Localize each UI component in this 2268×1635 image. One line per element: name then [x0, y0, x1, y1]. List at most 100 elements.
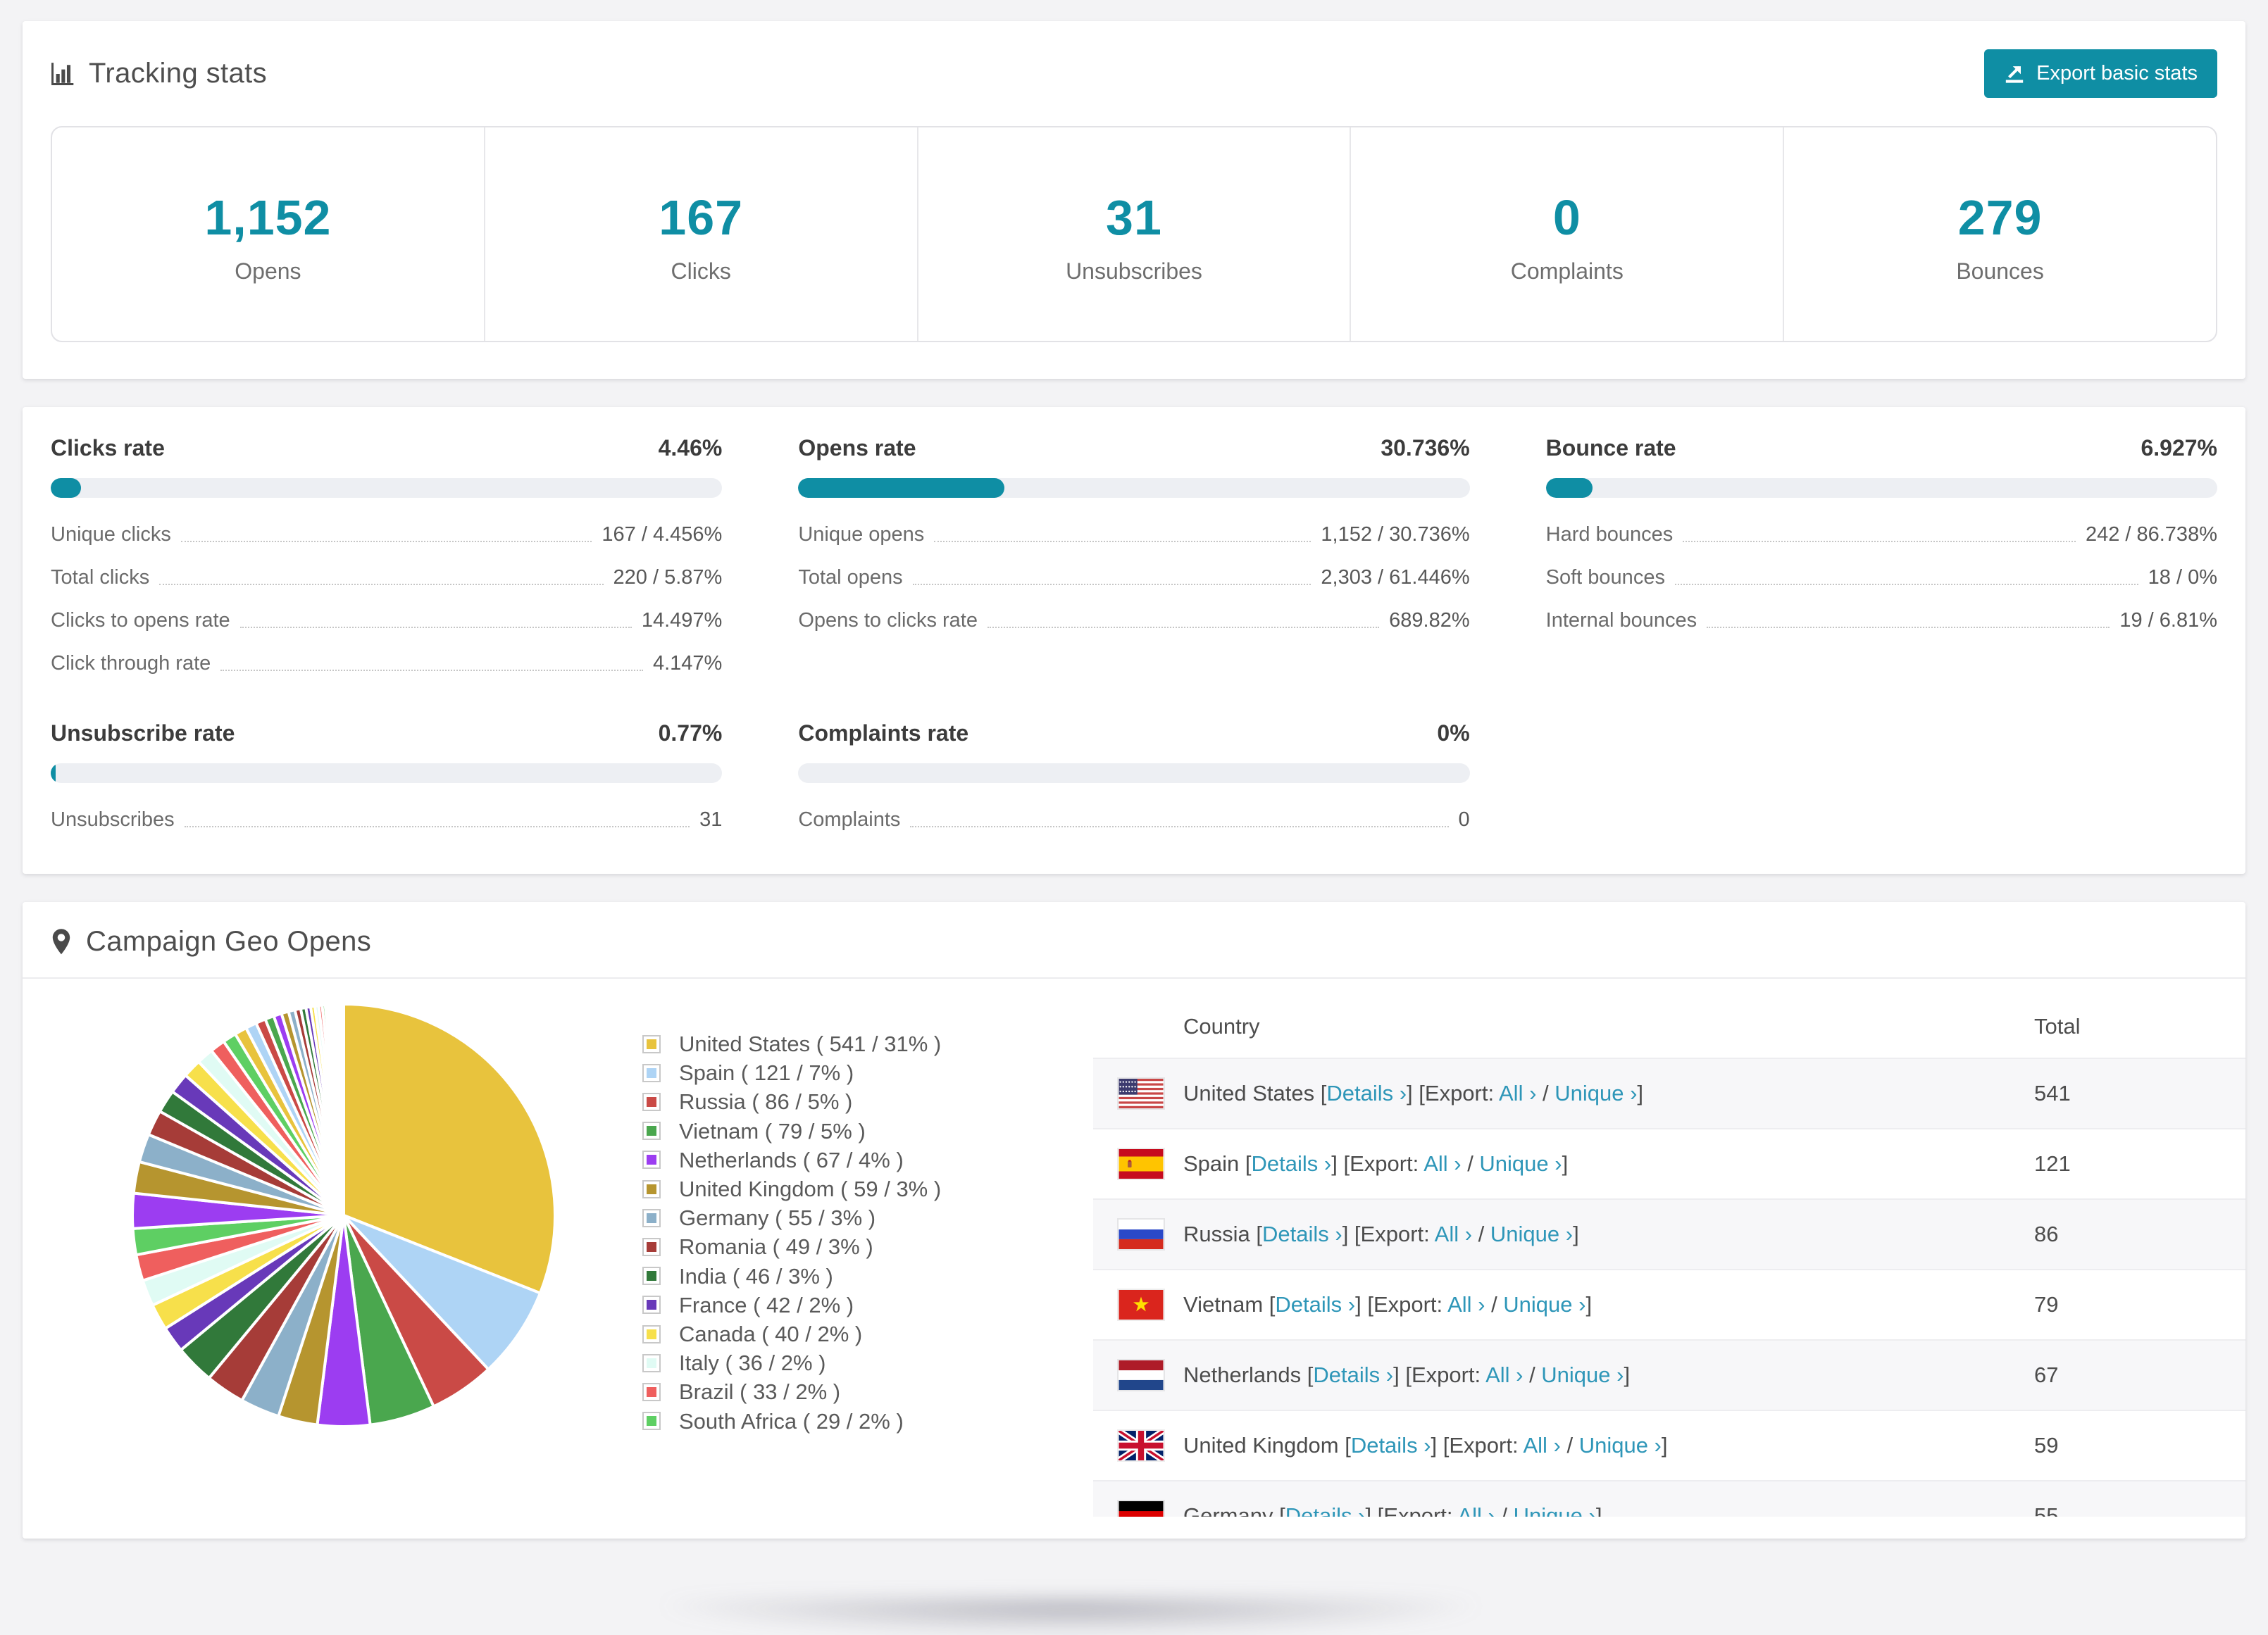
export-all-link[interactable]: All › — [1435, 1222, 1472, 1246]
rate-value: 30.736% — [1381, 435, 1470, 461]
total-cell: 55 — [2034, 1503, 2059, 1517]
legend-item: Russia ( 86 / 5% ) — [642, 1087, 1093, 1116]
stat-box: 279 Bounces — [1784, 127, 2216, 341]
details-link[interactable]: Details › — [1313, 1362, 1393, 1387]
bracket: ] — [1585, 1292, 1593, 1317]
stat-label: Unsubscribes — [1066, 258, 1202, 284]
rate-detail-row: Click through rate 4.147% — [51, 652, 722, 675]
legend-swatch — [642, 1238, 661, 1257]
rate-detail-row: Soft bounces 18 / 0% — [1546, 566, 2217, 589]
pie-legend: United States ( 541 / 31% ) Spain ( 121 /… — [642, 979, 1093, 1517]
detail-value: 0 — [1458, 808, 1470, 831]
detail-label: Click through rate — [51, 652, 211, 675]
geo-header: Campaign Geo Opens — [23, 902, 2245, 979]
stat-box: 1,152 Opens — [52, 127, 485, 341]
tracking-stats-title-text: Tracking stats — [89, 58, 268, 89]
rate-detail-row: Total clicks 220 / 5.87% — [51, 566, 722, 589]
rate-detail-row: Total opens 2,303 / 61.446% — [798, 566, 1469, 589]
legend-item: India ( 46 / 3% ) — [642, 1262, 1093, 1291]
country-flag-icon — [1119, 1290, 1164, 1320]
rate-detail-row: Unique opens 1,152 / 30.736% — [798, 523, 1469, 546]
legend-label: Vietnam ( 79 / 5% ) — [679, 1118, 866, 1144]
slash-separator: / — [1523, 1362, 1542, 1387]
rate-value: 4.46% — [658, 435, 723, 461]
details-link[interactable]: Details › — [1262, 1222, 1342, 1246]
rate-progress-fill — [51, 763, 56, 783]
export-unique-link[interactable]: Unique › — [1490, 1222, 1573, 1246]
details-link[interactable]: Details › — [1252, 1151, 1332, 1176]
total-cell: 121 — [2034, 1151, 2071, 1176]
detail-value: 19 / 6.81% — [2119, 609, 2217, 632]
rate-head: Bounce rate 6.927% — [1546, 435, 2217, 461]
country-cell: Vietnam [Details ›] [Export: All › / Uni… — [1164, 1292, 2034, 1317]
stat-label: Complaints — [1510, 258, 1624, 284]
total-cell: 79 — [2034, 1292, 2059, 1317]
export-unique-link[interactable]: Unique › — [1554, 1081, 1637, 1105]
stat-label: Bounces — [1956, 258, 2044, 284]
dotted-leader — [1707, 627, 2110, 628]
legend-label: Canada ( 40 / 2% ) — [679, 1322, 863, 1347]
rate-detail-rows: Hard bounces 242 / 86.738% Soft bounces … — [1546, 523, 2217, 632]
legend-swatch — [642, 1179, 661, 1198]
detail-value: 14.497% — [641, 609, 723, 632]
export-all-link[interactable]: All › — [1423, 1151, 1461, 1176]
rate-title: Clicks rate — [51, 435, 165, 461]
rate-progress-fill — [798, 478, 1005, 498]
export-unique-link[interactable]: Unique › — [1541, 1362, 1624, 1387]
rate-progress-track — [51, 763, 723, 783]
export-unique-link[interactable]: Unique › — [1479, 1151, 1562, 1176]
export-all-link[interactable]: All › — [1457, 1503, 1495, 1517]
total-cell: 59 — [2034, 1433, 2059, 1458]
country-cell: Netherlands [Details ›] [Export: All › /… — [1164, 1362, 2034, 1388]
table-row: United States [Details ›] [Export: All ›… — [1093, 1058, 2245, 1128]
legend-item: United Kingdom ( 59 / 3% ) — [642, 1174, 1093, 1203]
dotted-leader — [934, 541, 1311, 542]
page-bottom-shadow — [662, 1598, 1479, 1635]
geo-title-text: Campaign Geo Opens — [86, 926, 372, 957]
details-link[interactable]: Details › — [1285, 1503, 1366, 1517]
bracket: [ — [1245, 1151, 1252, 1176]
table-row: Russia [Details ›] [Export: All › / Uniq… — [1093, 1198, 2245, 1269]
detail-label: Hard bounces — [1545, 523, 1674, 546]
bracket: ] — [1595, 1503, 1602, 1517]
stat-label: Clicks — [671, 258, 731, 284]
details-link[interactable]: Details › — [1351, 1433, 1431, 1458]
dotted-leader — [910, 826, 1449, 827]
export-icon — [2005, 65, 2024, 83]
country-name: United States — [1183, 1081, 1321, 1105]
detail-value: 18 / 0% — [2148, 566, 2217, 589]
bracket: ] — [1661, 1433, 1668, 1458]
export-all-link[interactable]: All › — [1447, 1292, 1485, 1317]
export-all-link[interactable]: All › — [1485, 1362, 1523, 1387]
legend-item: Germany ( 55 / 3% ) — [642, 1203, 1093, 1232]
legend-item: Vietnam ( 79 / 5% ) — [642, 1117, 1093, 1146]
rate-progress-track — [798, 478, 1470, 498]
details-link[interactable]: Details › — [1326, 1081, 1407, 1105]
export-unique-link[interactable]: Unique › — [1579, 1433, 1662, 1458]
bracket: ] — [1624, 1362, 1631, 1387]
rate-detail-row: Internal bounces 19 / 6.81% — [1546, 609, 2217, 632]
rate-block: Unsubscribe rate 0.77% Unsubscribes 31 — [51, 720, 723, 832]
total-cell: 86 — [2034, 1222, 2059, 1246]
geo-pie-chart — [51, 979, 642, 1517]
legend-label: United States ( 541 / 31% ) — [679, 1032, 942, 1056]
bracket: ] — [1637, 1081, 1644, 1105]
export-all-link[interactable]: All › — [1523, 1433, 1560, 1458]
geo-table-header: Country Total — [1093, 996, 2245, 1058]
detail-value: 4.147% — [652, 652, 723, 675]
rate-value: 6.927% — [2141, 435, 2217, 461]
rate-progress-track — [1545, 478, 2217, 498]
detail-value: 689.82% — [1389, 609, 1470, 632]
legend-swatch — [642, 1353, 661, 1372]
country-flag-icon — [1119, 1149, 1164, 1179]
table-row: Germany [Details ›] [Export: All › / Uni… — [1093, 1480, 2245, 1517]
stat-box: 0 Complaints — [1351, 127, 1785, 341]
export-unique-link[interactable]: Unique › — [1503, 1292, 1585, 1317]
export-basic-stats-button[interactable]: Export basic stats — [1984, 49, 2217, 98]
export-all-link[interactable]: All › — [1499, 1081, 1536, 1105]
rate-title: Bounce rate — [1545, 435, 1676, 461]
export-unique-link[interactable]: Unique › — [1514, 1503, 1596, 1517]
legend-swatch — [642, 1122, 661, 1141]
table-row: United Kingdom [Details ›] [Export: All … — [1093, 1410, 2245, 1480]
details-link[interactable]: Details › — [1275, 1292, 1355, 1317]
